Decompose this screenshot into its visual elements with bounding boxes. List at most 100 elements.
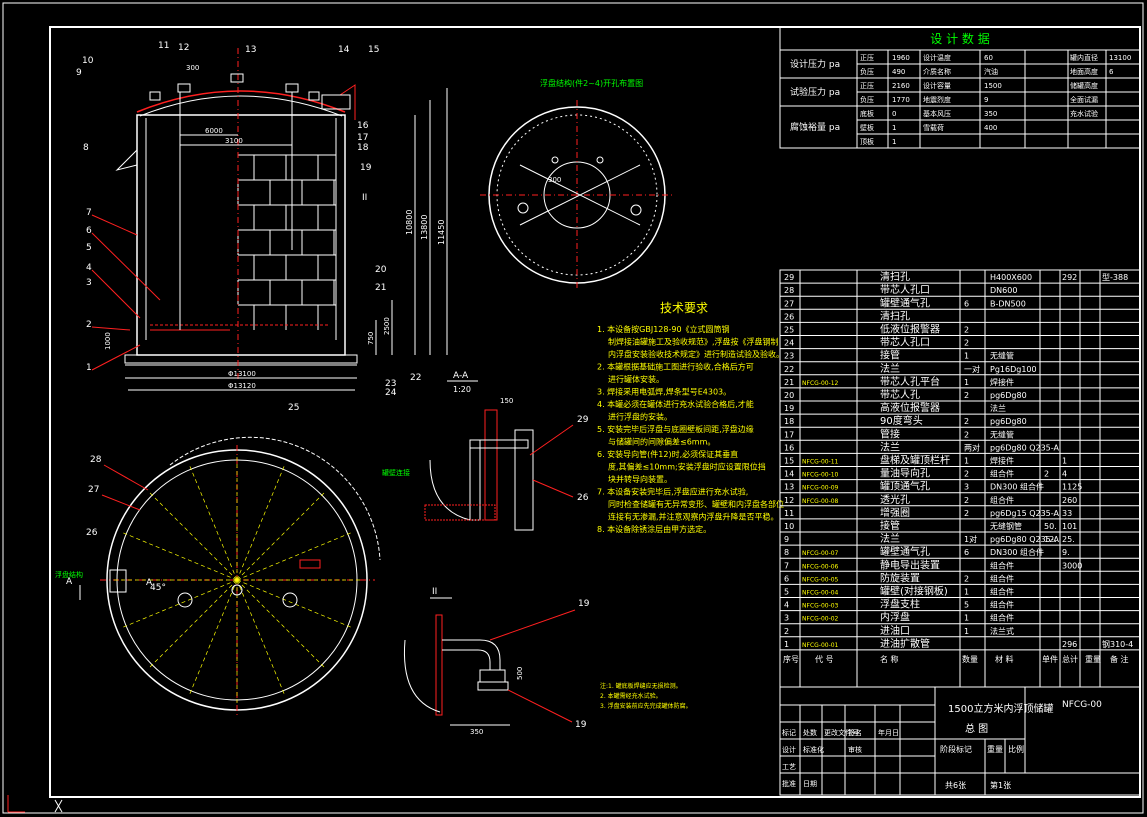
bom-cell: 量油导向孔 xyxy=(880,467,930,480)
bom-cell: 无缝管 xyxy=(990,351,1014,361)
detail-note: 罐壁连接 xyxy=(382,468,410,477)
signature-label: 处数 xyxy=(803,728,817,737)
tech-req-line: 2. 本罐根据基础施工图进行验收,合格后方可 xyxy=(597,362,754,372)
dim-h4: 1000 xyxy=(104,332,112,350)
bom-cell: B-DN500 xyxy=(990,299,1026,308)
signature-label: 工艺 xyxy=(782,763,796,771)
detail-dim-350: 350 xyxy=(470,728,483,736)
bom-cell: 15 xyxy=(784,457,794,466)
callout-label: 19 xyxy=(360,163,372,173)
bom-cell: 组合件 xyxy=(990,613,1014,623)
bom-cell: 增强圈 xyxy=(880,506,910,519)
section-aa-label: A-A 1:20 xyxy=(447,371,478,394)
dim-w3: 300 xyxy=(186,64,199,72)
bom-cell: 法兰 xyxy=(880,362,900,375)
design-row-key: 顶板 xyxy=(860,137,874,146)
bom-cell: 罐顶通气孔 xyxy=(880,480,930,493)
bom-cell: 高液位报警器 xyxy=(880,401,940,414)
bom-cell: 罐壁(对接钢板) xyxy=(880,585,948,598)
bom-cell: NFCG-00-06 xyxy=(802,563,839,570)
callout-label: 4 xyxy=(86,263,92,273)
stair-handrail xyxy=(115,148,138,171)
design-mid-value: 60 xyxy=(984,54,993,62)
stage-label: 阶段标记 xyxy=(940,744,972,754)
bom-cell: 透光孔 xyxy=(880,493,910,506)
callout-label: 7 xyxy=(86,208,92,218)
bom-cell: 2 xyxy=(964,326,969,335)
bom-cell: 20 xyxy=(784,391,794,400)
bom-cell: 接管 xyxy=(880,519,900,532)
signature-label: 标准化 xyxy=(803,745,824,754)
tech-req-line: 制焊接油罐施工及验收规范》,浮盘按《浮盘钢制 xyxy=(608,337,779,347)
bom-cell: 管接 xyxy=(880,427,900,440)
tank-shell xyxy=(136,114,346,356)
plan-angle: 45° xyxy=(150,583,166,593)
bom-cell: 1 xyxy=(784,640,789,649)
bom-cell: 进油扩散管 xyxy=(880,637,930,650)
detail-II-title: II xyxy=(432,587,437,597)
design-right-key: 地面高度 xyxy=(1070,67,1098,76)
bom-cell: 27 xyxy=(784,299,794,308)
tech-note-line: 注:1. 罐底板焊缝应无损检测。 xyxy=(600,682,682,690)
design-row-key: 底板 xyxy=(860,109,874,118)
bom-cell: 2 xyxy=(964,509,969,518)
bill-of-materials: 29 清扫孔 H400X600 292 型-38828 带芯人孔口 DN60027 罐壁通气孔… xyxy=(779,269,1141,688)
callout-label: 15 xyxy=(368,45,379,55)
signature-label: 批准 xyxy=(782,779,796,788)
dim-w1: 6000 xyxy=(205,127,223,135)
bom-cell: 1 xyxy=(964,627,969,636)
callout-label: 1 xyxy=(86,363,92,373)
bom-cell: 焊接件 xyxy=(990,377,1014,387)
callout-label: 18 xyxy=(357,143,369,153)
design-row-value: 1 xyxy=(892,124,896,132)
design-row-key: 负压 xyxy=(860,67,874,76)
bom-cell: 6 xyxy=(964,548,969,557)
design-row-value: 2160 xyxy=(892,82,910,90)
shell-plate-pattern xyxy=(237,154,336,330)
design-row-key: 负压 xyxy=(860,95,874,104)
callout-label: 26 xyxy=(577,493,589,503)
tech-req-line: 内浮盘安装验收技术规定》进行制造试验及验收。 xyxy=(608,349,784,359)
design-row-key: 壁板 xyxy=(860,123,874,132)
sheet-number: 第1张 xyxy=(990,780,1011,790)
bom-cell: 1对 xyxy=(964,534,977,544)
cad-drawing-canvas: 设 计 数 据 设计压力 pa正压 1960负压 490试验压力 pa正压 2160负… xyxy=(2,2,1144,814)
bom-cell: 焊接件 xyxy=(990,456,1014,466)
design-data-title: 设 计 数 据 xyxy=(930,31,989,46)
bom-cell: H400X600 xyxy=(990,273,1032,282)
bom-cell: 1 xyxy=(1062,457,1067,466)
bom-cell: 26 xyxy=(784,312,794,321)
design-mid-key: 地震烈度 xyxy=(923,95,951,104)
sheet-total: 共6张 xyxy=(945,781,966,790)
signature-label: 标记 xyxy=(782,728,796,737)
inner-frame xyxy=(49,26,1141,798)
bom-cell: 50. xyxy=(1044,522,1057,531)
design-group-label: 腐蚀裕量 pa xyxy=(790,121,840,133)
bom-cell: 3 xyxy=(784,614,789,623)
callout-label: 11 xyxy=(158,41,169,51)
callout-label: 10 xyxy=(82,56,94,66)
bom-cell: 2 xyxy=(964,339,969,348)
callout-label: 8 xyxy=(83,143,89,153)
callout-label: 5 xyxy=(86,243,92,253)
signature-label: 设计 xyxy=(782,745,796,754)
bom-cell: 清扫孔 xyxy=(880,309,910,322)
bom-cell: pg6Dg80 Q235-A xyxy=(990,443,1059,452)
design-right-key: 罐内直径 xyxy=(1070,53,1098,62)
title-block: 1500立方米内浮顶储罐 总 图 NFCG-00 阶段标记 重量 比例 共6张 … xyxy=(779,686,1141,796)
bom-cell: 10 xyxy=(784,522,794,531)
bom-cell: 21 xyxy=(784,378,794,387)
tank-elevation-view: 10800 13800 11450 2500 750 1000 Φ13100 Φ… xyxy=(76,41,448,413)
callout-label: 22 xyxy=(410,373,421,383)
float-opening-layout-view: 浮盘结构(件2~4)开孔布置图 300 xyxy=(480,78,675,290)
bom-header: 名 称 xyxy=(880,654,899,664)
bom-cell: 296 xyxy=(1062,640,1077,649)
bom-cell: 2 xyxy=(1044,470,1049,479)
tech-note-line: 2. 本罐需经充水试验。 xyxy=(600,692,662,700)
dim-h2: 13800 xyxy=(420,215,429,240)
bom-cell: 18 xyxy=(784,417,794,426)
bom-header: 总计 xyxy=(1062,654,1078,664)
bom-cell: 19 xyxy=(784,404,794,413)
dim-h6: 750 xyxy=(367,332,375,345)
detail-dim-500: 500 xyxy=(516,667,524,680)
